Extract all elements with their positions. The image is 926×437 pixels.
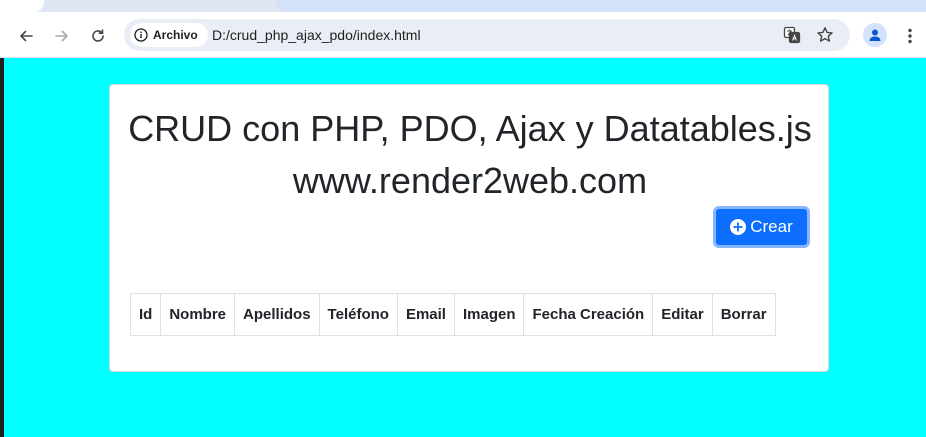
back-arrow-icon	[20, 30, 33, 42]
page-title: CRUD con PHP, PDO, Ajax y Datatables.js	[128, 108, 812, 149]
site-info-chip[interactable]: Archivo	[130, 23, 208, 47]
column-header-imagen[interactable]: Imagen	[453, 293, 525, 336]
reload-button[interactable]	[86, 24, 110, 48]
tab-strip	[0, 0, 926, 12]
forward-button[interactable]	[50, 24, 74, 48]
column-header-id[interactable]: Id	[129, 293, 162, 336]
reload-icon	[92, 29, 104, 42]
column-header-nombre[interactable]: Nombre	[160, 293, 236, 336]
site-info-label: Archivo	[153, 28, 198, 42]
create-button-label: Crear	[750, 217, 793, 236]
translate-button[interactable]	[781, 24, 803, 46]
plus-circle-icon	[730, 219, 747, 235]
column-header-editar[interactable]: Editar	[652, 293, 713, 336]
column-header-borrar[interactable]: Borrar	[711, 293, 776, 336]
forward-arrow-icon	[55, 30, 68, 42]
profile-button[interactable]	[863, 23, 887, 47]
url-text[interactable]: D:/crud_php_ajax_pdo/index.html	[212, 27, 421, 43]
main-card: CRUD con PHP, PDO, Ajax y Datatables.js …	[109, 84, 829, 372]
create-button[interactable]: Crear	[713, 206, 810, 248]
kebab-menu-icon	[908, 28, 912, 44]
address-bar[interactable]: Archivo D:/crud_php_ajax_pdo/index.html	[124, 19, 850, 51]
translate-icon	[783, 26, 801, 44]
info-icon	[134, 28, 148, 42]
profile-icon	[869, 29, 881, 41]
users-table: Id Nombre Apellidos Teléfono Email Image…	[129, 293, 776, 336]
column-header-telefono[interactable]: Teléfono	[318, 293, 398, 336]
browser-menu-button[interactable]	[900, 24, 920, 48]
column-header-fecha-creacion[interactable]: Fecha Creación	[523, 293, 654, 336]
active-tab[interactable]	[0, 0, 44, 12]
browser-toolbar: Archivo D:/crud_php_ajax_pdo/index.html	[0, 12, 926, 58]
page-subtitle: www.render2web.com	[292, 160, 648, 201]
tab-strip-background	[276, 0, 926, 12]
column-header-email[interactable]: Email	[396, 293, 455, 336]
back-button[interactable]	[14, 24, 38, 48]
star-icon	[817, 27, 833, 42]
window-edge	[0, 58, 4, 437]
bookmark-button[interactable]	[814, 24, 836, 46]
table-header-row: Id Nombre Apellidos Teléfono Email Image…	[129, 293, 776, 336]
column-header-apellidos[interactable]: Apellidos	[234, 293, 320, 336]
